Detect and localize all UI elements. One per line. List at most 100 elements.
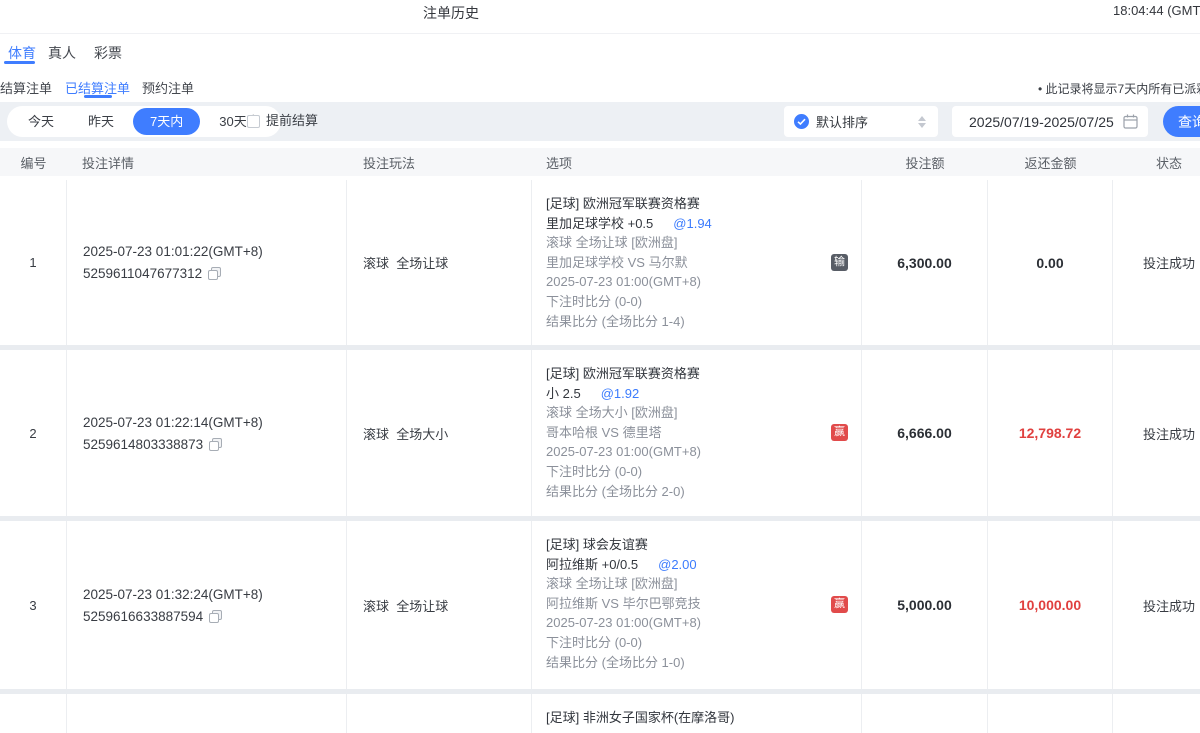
bet-id: 5259611047677312 [83, 266, 202, 281]
payout-amount: 10,000.00 [988, 521, 1113, 689]
bet-option-cell: [足球] 球会友谊赛 阿拉维斯 +0/0.5 @2.00 滚球 全场让球 [欧洲盘… [532, 521, 862, 689]
option-line: 里加足球学校 VS 马尔默 [546, 253, 861, 273]
early-settle-label: 提前结算 [266, 110, 318, 129]
odds-value: @2.00 [658, 557, 697, 572]
stake-amount: 5,000.00 [862, 521, 988, 689]
pick-name: 阿拉维斯 +0/0.5 [546, 557, 638, 572]
copy-icon[interactable] [209, 610, 222, 623]
option-line: 结果比分 (全场比分 1-4) [546, 312, 861, 332]
tab-lottery[interactable]: 彩票 [94, 43, 122, 63]
bet-id: 5259616633887594 [83, 609, 203, 624]
server-clock: 18:04:44 (GMT+8 [1113, 3, 1200, 18]
col-header-no: 编号 [0, 148, 67, 176]
league-name: [足球] 欧洲冠军联赛资格赛 [546, 194, 861, 214]
active-subtab-underline [84, 95, 112, 98]
range-today[interactable]: 今天 [11, 106, 71, 137]
option-line: 阿拉维斯 VS 毕尔巴鄂竞技 [546, 594, 861, 614]
header-divider [0, 33, 1200, 34]
active-tab-underline [4, 61, 35, 64]
option-line: 滚球 全场让球 [欧洲盘] [546, 233, 861, 253]
option-line: 结果比分 (全场比分 1-0) [546, 653, 861, 673]
page-title: 注单历史 [423, 3, 479, 23]
tab-live[interactable]: 真人 [48, 43, 76, 63]
pick-name: 小 2.5 [546, 386, 581, 401]
status-badge: 投注成功 [1113, 180, 1200, 345]
option-line: 2025-07-23 01:00(GMT+8) [546, 442, 861, 462]
bet-time: 2025-07-23 01:32:24(GMT+8) [83, 587, 346, 602]
status-badge [1113, 694, 1200, 733]
bet-play-type: 滚球 全场让球 [347, 180, 532, 345]
payout-amount: 0.00 [988, 180, 1113, 345]
bet-detail-cell [67, 694, 347, 733]
stake-amount: 6,300.00 [862, 180, 988, 345]
range-7days[interactable]: 7天内 [133, 108, 200, 135]
bet-option-cell: [足球] 欧洲冠军联赛资格赛 小 2.5@1.92 滚球 全场大小 [欧洲盘] … [532, 350, 862, 516]
range-yesterday[interactable]: 昨天 [71, 106, 131, 137]
stake-amount [862, 694, 988, 733]
bet-number [0, 694, 67, 733]
result-badge: 赢 [831, 596, 848, 613]
option-line: 结果比分 (全场比分 2-0) [546, 482, 861, 502]
col-header-payout: 返还金额 [988, 148, 1113, 176]
bet-time: 2025-07-23 01:01:22(GMT+8) [83, 244, 346, 259]
league-name: [足球] 非洲女子国家杯(在摩洛哥) [546, 708, 861, 728]
bet-number: 2 [0, 350, 67, 516]
bet-play-type: 滚球 全场大小 [347, 350, 532, 516]
calendar-icon [1123, 114, 1138, 129]
search-button[interactable]: 查询 [1163, 106, 1200, 137]
table-header: 编号 投注详情 投注玩法 选项 投注额 返还金额 状态 [0, 148, 1200, 176]
check-circle-icon [794, 114, 809, 129]
option-line: 2025-07-23 01:00(GMT+8) [546, 613, 861, 633]
copy-icon[interactable] [208, 267, 221, 280]
option-line: 下注时比分 (0-0) [546, 633, 861, 653]
bet-option-cell: [足球] 非洲女子国家杯(在摩洛哥) [532, 694, 862, 733]
status-badge: 投注成功 [1113, 521, 1200, 689]
col-header-stake: 投注额 [862, 148, 988, 176]
sort-dropdown[interactable]: 默认排序 [784, 106, 938, 137]
table-row: 1 2025-07-23 01:01:22(GMT+8) 52596110476… [0, 180, 1200, 345]
copy-icon[interactable] [209, 438, 222, 451]
status-badge: 投注成功 [1113, 350, 1200, 516]
subtab-unsettled[interactable]: 未结算注单 [0, 78, 52, 97]
col-header-play: 投注玩法 [347, 148, 415, 176]
records-note: • 此记录将显示7天内所有已派彩的 [1038, 80, 1200, 97]
bet-time: 2025-07-23 01:22:14(GMT+8) [83, 415, 346, 430]
bet-number: 3 [0, 521, 67, 689]
result-badge: 赢 [831, 424, 848, 441]
bet-play-type [347, 694, 532, 733]
date-range-group: 今天 昨天 7天内 30天内 [7, 106, 281, 137]
table-row: 2 2025-07-23 01:22:14(GMT+8) 52596148033… [0, 350, 1200, 516]
stake-amount: 6,666.00 [862, 350, 988, 516]
date-range-picker[interactable]: 2025/07/19-2025/07/25 [952, 106, 1148, 137]
payout-amount [988, 694, 1113, 733]
option-line: 哥本哈根 VS 德里塔 [546, 423, 861, 443]
option-line: 2025-07-23 01:00(GMT+8) [546, 272, 861, 292]
bet-number: 1 [0, 180, 67, 345]
subtab-scheduled[interactable]: 预约注单 [142, 78, 194, 97]
bet-detail-cell: 2025-07-23 01:01:22(GMT+8) 5259611047677… [67, 180, 347, 345]
table-row: 3 2025-07-23 01:32:24(GMT+8) 52596166338… [0, 521, 1200, 689]
bet-id: 5259614803338873 [83, 437, 203, 452]
option-line: 下注时比分 (0-0) [546, 462, 861, 482]
odds-value: @1.92 [601, 386, 640, 401]
bet-option-cell: [足球] 欧洲冠军联赛资格赛 里加足球学校 +0.5 @1.94 滚球 全场让球 … [532, 180, 862, 345]
bet-history-page: 注单历史 18:04:44 (GMT+8 体育 真人 彩票 未结算注单 已结算注… [0, 0, 1200, 733]
table-row: [足球] 非洲女子国家杯(在摩洛哥) [0, 694, 1200, 733]
option-line: 滚球 全场让球 [欧洲盘] [546, 574, 861, 594]
col-header-status: 状态 [1113, 148, 1200, 176]
bet-detail-cell: 2025-07-23 01:32:24(GMT+8) 5259616633887… [67, 521, 347, 689]
sort-arrows-icon [918, 116, 926, 128]
pick-name: 里加足球学校 +0.5 [546, 216, 653, 231]
odds-value: @1.94 [673, 216, 712, 231]
option-line: 下注时比分 (0-0) [546, 292, 861, 312]
bet-play-type: 滚球 全场让球 [347, 521, 532, 689]
bet-detail-cell: 2025-07-23 01:22:14(GMT+8) 5259614803338… [67, 350, 347, 516]
result-badge: 输 [831, 254, 848, 271]
tab-sports[interactable]: 体育 [8, 43, 36, 63]
col-header-option: 选项 [532, 148, 572, 176]
col-header-detail: 投注详情 [67, 148, 134, 176]
early-settle-checkbox[interactable] [247, 115, 260, 128]
league-name: [足球] 欧洲冠军联赛资格赛 [546, 364, 861, 384]
league-name: [足球] 球会友谊赛 [546, 535, 861, 555]
date-range-value: 2025/07/19-2025/07/25 [969, 114, 1114, 130]
